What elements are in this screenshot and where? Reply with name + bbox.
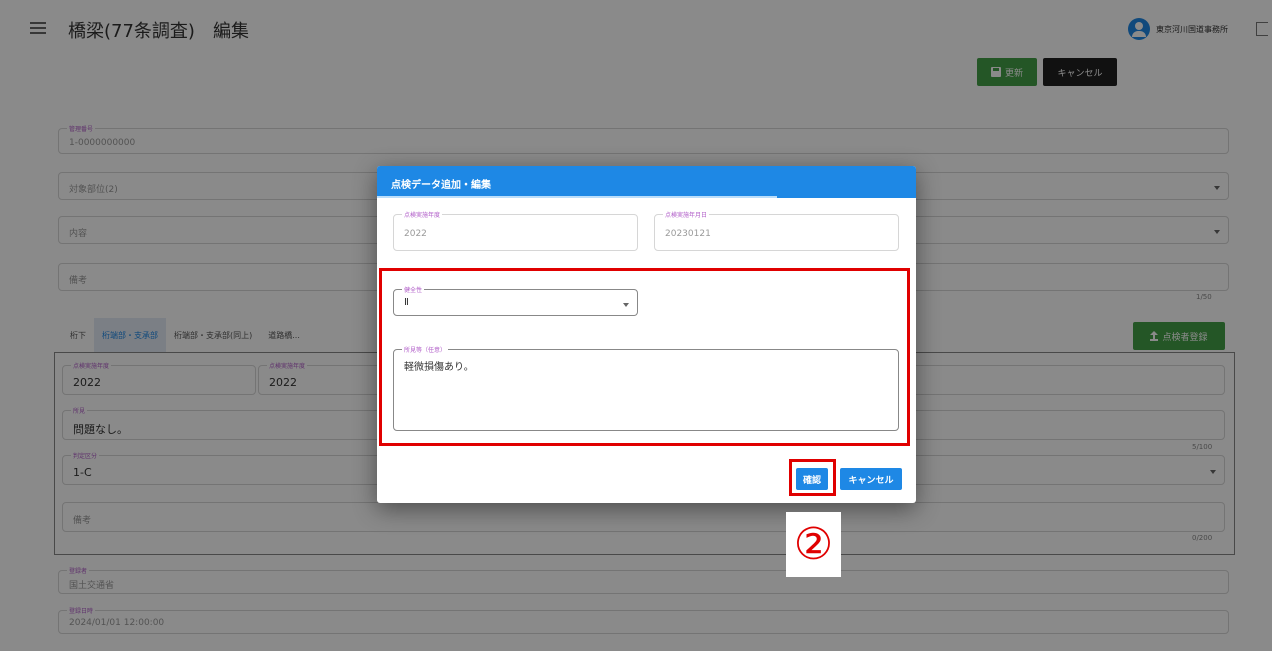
dialog-header: 点検データ追加・編集 bbox=[377, 166, 916, 198]
step-marker: ② bbox=[786, 512, 841, 577]
inspection-year-field[interactable]: 点検実施年度 2022 bbox=[393, 210, 638, 251]
step-number: ② bbox=[793, 519, 834, 569]
highlight-confirm-button bbox=[789, 459, 836, 496]
dialog-title: 点検データ追加・編集 bbox=[391, 180, 491, 191]
dialog-cancel-button[interactable]: キャンセル bbox=[840, 468, 902, 490]
highlight-input-area bbox=[379, 268, 910, 446]
step-number-text: ② bbox=[793, 519, 834, 569]
inspection-date-field[interactable]: 点検実施年月日 20230121 bbox=[654, 210, 899, 251]
dialog-header-underline bbox=[377, 196, 777, 198]
